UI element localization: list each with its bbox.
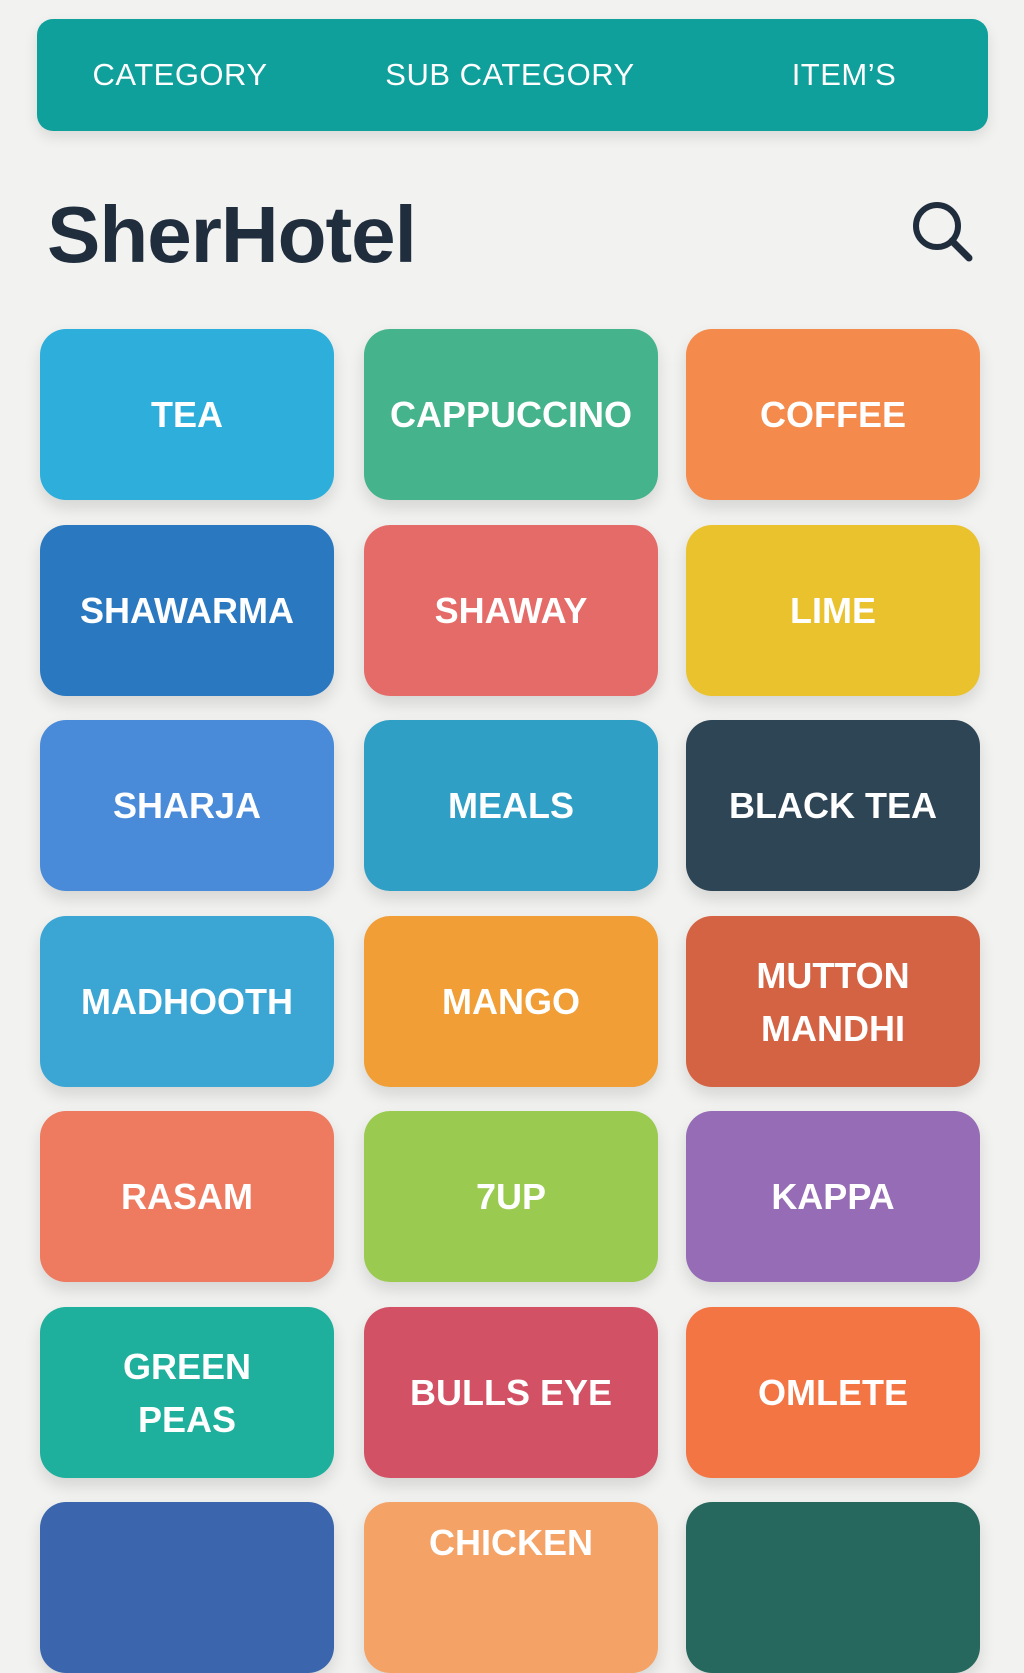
header: SherHotel: [47, 185, 977, 285]
item-label: SHARJA: [112, 785, 262, 826]
item-tile[interactable]: BLACK TEA: [686, 720, 980, 891]
search-icon[interactable]: [911, 200, 977, 266]
item-tile[interactable]: [686, 1502, 980, 1673]
item-tile[interactable]: CAPPUCCINO: [364, 329, 658, 500]
item-label: 7UP: [475, 1176, 547, 1217]
item-tile[interactable]: [40, 1502, 334, 1673]
item-tile[interactable]: 7UP: [364, 1111, 658, 1282]
item-label: SHAWARMA: [80, 590, 294, 631]
item-label: LIME: [790, 590, 876, 631]
item-tile[interactable]: SHAWARMA: [40, 525, 334, 696]
item-tile[interactable]: SHAWAY: [364, 525, 658, 696]
item-tile[interactable]: RASAM: [40, 1111, 334, 1282]
item-label: KAPPA: [771, 1176, 895, 1217]
app-title: SherHotel: [47, 190, 417, 279]
item-tile[interactable]: MUTTON MANDHI: [686, 916, 980, 1087]
item-tile[interactable]: OMLETE: [686, 1307, 980, 1478]
item-label: RASAM: [121, 1176, 253, 1217]
item-tile[interactable]: MADHOOTH: [40, 916, 334, 1087]
item-tile[interactable]: MEALS: [364, 720, 658, 891]
item-label: BULLS EYE: [409, 1372, 613, 1413]
item-tile[interactable]: CHICKEN: [364, 1502, 658, 1673]
item-tile[interactable]: MANGO: [364, 916, 658, 1087]
item-tile[interactable]: LIME: [686, 525, 980, 696]
item-tile[interactable]: SHARJA: [40, 720, 334, 891]
search-icon-graphic: [913, 202, 973, 262]
item-label: BLACK TEA: [729, 785, 937, 826]
item-tile[interactable]: TEA: [40, 329, 334, 500]
item-tile[interactable]: BULLS EYE: [364, 1307, 658, 1478]
item-tile[interactable]: KAPPA: [686, 1111, 980, 1282]
item-label: MANGO: [442, 981, 580, 1022]
tab-items[interactable]: ITEM’S: [749, 19, 939, 131]
item-label: MEALS: [448, 785, 574, 826]
item-label: TEA: [151, 394, 223, 435]
tab-category[interactable]: CATEGORY: [67, 19, 293, 131]
top-tab-bar: CATEGORY SUB CATEGORY ITEM’S: [37, 19, 988, 131]
item-label: MADHOOTH: [81, 981, 293, 1022]
item-label: MUTTON MANDHI: [756, 954, 910, 1049]
item-label: GREEN PEAS: [122, 1345, 252, 1440]
item-label: CAPPUCCINO: [389, 394, 632, 435]
item-label: COFFEE: [759, 394, 906, 435]
item-tile[interactable]: COFFEE: [686, 329, 980, 500]
item-label: OMLETE: [758, 1372, 908, 1413]
item-label: SHAWAY: [434, 590, 588, 631]
item-label: CHICKEN: [428, 1522, 593, 1563]
tab-sub-category[interactable]: SUB CATEGORY: [367, 19, 653, 131]
item-tile[interactable]: GREEN PEAS: [40, 1307, 334, 1478]
